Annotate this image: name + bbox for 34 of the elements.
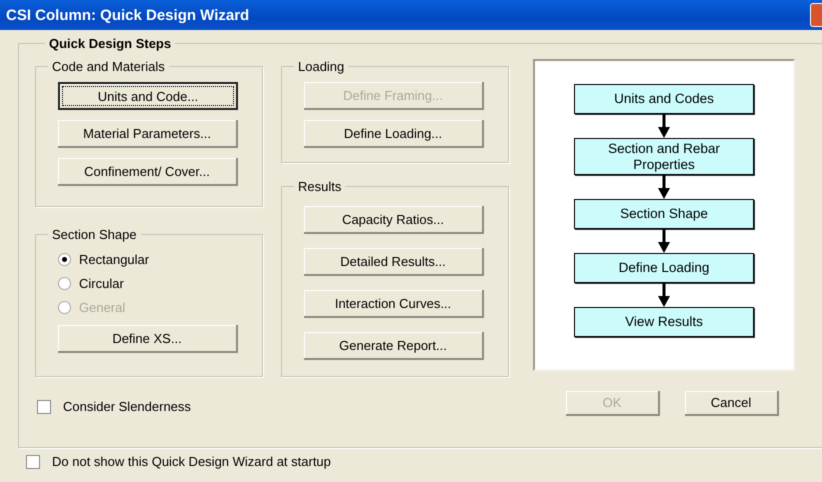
group-title: Quick Design Steps bbox=[48, 36, 172, 51]
dialog-button[interactable]: Confinement/ Cover... bbox=[58, 158, 238, 186]
arrow-icon bbox=[658, 283, 670, 308]
group-title: Code and Materials bbox=[51, 59, 166, 74]
flowchart-step: Define Loading bbox=[574, 253, 754, 284]
dialog-button[interactable]: Define XS... bbox=[58, 325, 238, 353]
dialog-button[interactable]: Capacity Ratios... bbox=[304, 206, 484, 234]
checkbox[interactable] bbox=[26, 454, 40, 468]
dialog-button[interactable]: Cancel bbox=[685, 391, 779, 416]
checkbox[interactable] bbox=[37, 400, 51, 414]
flowchart-step: Section and Rebar Properties bbox=[574, 138, 754, 176]
group-title: Results bbox=[297, 179, 342, 194]
group-title: Loading bbox=[297, 59, 346, 74]
flowchart-step: View Results bbox=[574, 307, 754, 338]
radio-label: Circular bbox=[79, 276, 124, 291]
flowchart-step: Units and Codes bbox=[574, 84, 754, 114]
dialog-button[interactable]: Interaction Curves... bbox=[304, 290, 484, 318]
radio-button[interactable] bbox=[58, 277, 71, 290]
dialog-button[interactable]: Units and Code... bbox=[58, 82, 238, 110]
dialog-button[interactable]: Material Parameters... bbox=[58, 120, 238, 148]
dialog-button[interactable]: Detailed Results... bbox=[304, 248, 484, 276]
dialog-button[interactable]: Define Loading... bbox=[304, 120, 484, 148]
checkbox-label: Do not show this Quick Design Wizard at startup bbox=[52, 454, 331, 469]
window-title: CSI Column: Quick Design Wizard bbox=[6, 6, 250, 24]
arrow-icon bbox=[658, 229, 670, 254]
radio-label: Rectangular bbox=[79, 252, 150, 267]
checkbox-label: Consider Slenderness bbox=[63, 399, 191, 414]
group-title: Section Shape bbox=[51, 227, 138, 242]
radio-label: General bbox=[79, 300, 126, 315]
radio-button[interactable] bbox=[58, 253, 71, 266]
arrow-icon bbox=[658, 175, 670, 200]
dialog-button[interactable]: Generate Report... bbox=[304, 332, 484, 360]
arrow-icon bbox=[658, 114, 670, 138]
flowchart-step: Section Shape bbox=[574, 199, 754, 230]
